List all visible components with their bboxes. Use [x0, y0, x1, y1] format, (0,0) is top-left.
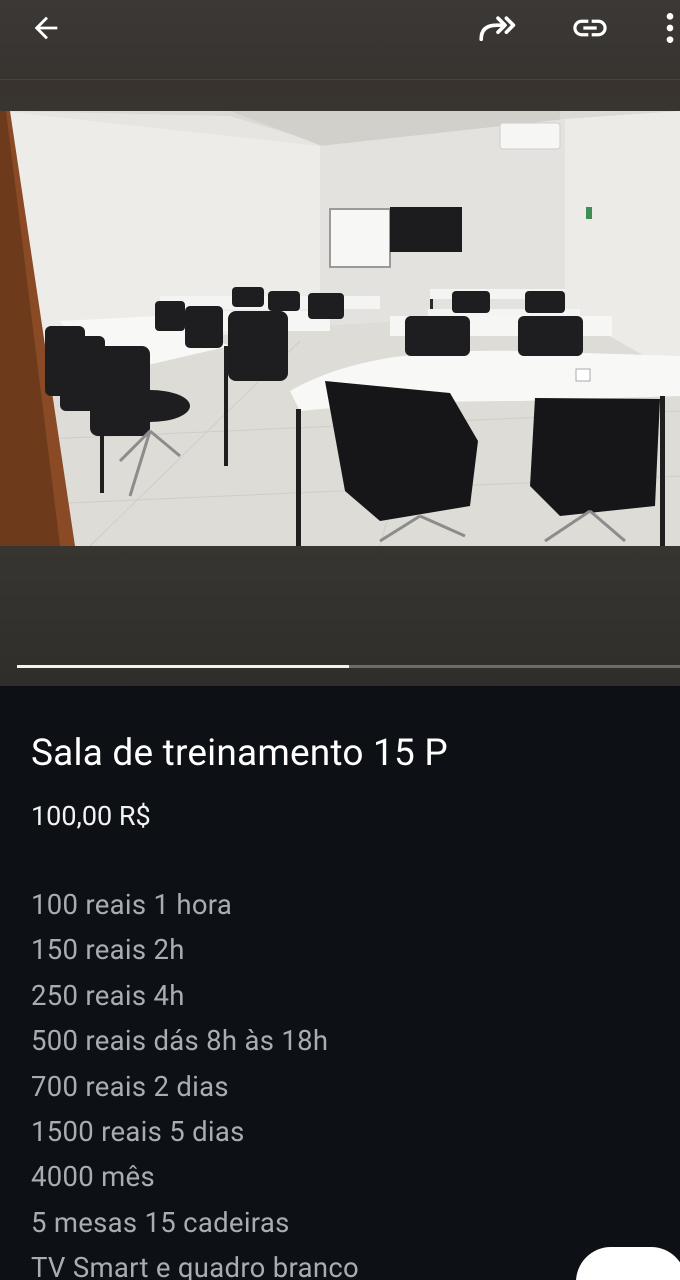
share-forward-icon: [479, 16, 516, 42]
photo-gallery[interactable]: [0, 0, 680, 686]
description-line: 700 reais 2 dias: [31, 1069, 229, 1103]
description-line: 150 reais 2h: [31, 933, 185, 967]
description-line: 1500 reais 5 dias: [31, 1115, 245, 1149]
gallery-progress-fill: [17, 665, 349, 668]
listing-description: 100 reais 1 hora 150 reais 2h 250 reais …: [31, 882, 359, 1280]
description-line: 250 reais 4h: [31, 978, 185, 1012]
training-room-photo[interactable]: [0, 111, 680, 546]
listing-details: Sala de treinamento 15 P 100,00 R$ 100 r…: [0, 686, 680, 1280]
more-options-button[interactable]: [646, 4, 680, 52]
copy-link-button[interactable]: [566, 4, 614, 52]
back-button[interactable]: [22, 4, 70, 52]
listing-price: 100,00 R$: [31, 800, 151, 832]
description-line: 100 reais 1 hora: [31, 888, 233, 921]
description-line: TV Smart e quadro branco: [31, 1251, 360, 1280]
listing-title: Sala de treinamento 15 P: [31, 732, 448, 775]
top-app-bar: [0, 0, 680, 80]
description-line: 4000 mês: [31, 1160, 155, 1194]
share-button[interactable]: [474, 4, 522, 52]
description-line: 500 reais dás 8h às 18h: [31, 1024, 329, 1058]
more-vertical-icon: [666, 13, 674, 43]
description-line: 5 mesas 15 cadeiras: [31, 1205, 290, 1239]
arrow-left-icon: [34, 16, 58, 40]
gallery-progress-track: [17, 665, 680, 668]
floating-action-button[interactable]: [576, 1247, 680, 1280]
link-icon: [573, 19, 607, 37]
